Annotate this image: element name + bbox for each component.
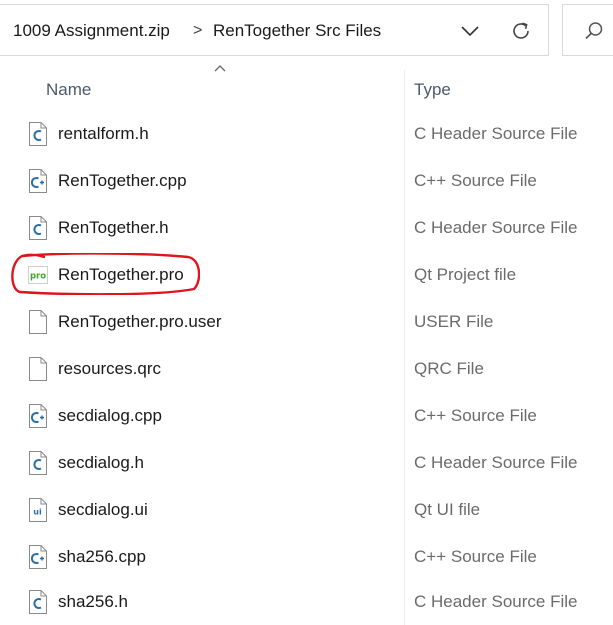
file-name: secdialog.cpp: [58, 406, 162, 425]
file-type: Qt Project file: [414, 265, 517, 284]
qt-ui-file-icon: ui: [29, 498, 47, 522]
file-row[interactable]: secdialog.h C Header Source File: [0, 439, 613, 486]
search-box[interactable]: [562, 4, 613, 56]
file-type: C Header Source File: [414, 592, 578, 611]
file-row[interactable]: resources.qrc QRC File: [0, 345, 613, 392]
file-row[interactable]: RenTogether.cpp C++ Source File: [0, 157, 613, 204]
file-type: C++ Source File: [414, 406, 537, 425]
file-name: sha256.cpp: [58, 547, 146, 566]
file-row[interactable]: RenTogether.pro.user USER File: [0, 298, 613, 345]
refresh-button[interactable]: [498, 5, 544, 57]
c-header-file-icon: [29, 122, 47, 146]
file-row[interactable]: secdialog.cpp C++ Source File: [0, 392, 613, 439]
search-icon: [585, 22, 603, 40]
c-header-file-icon: [29, 451, 47, 475]
file-name: RenTogether.pro.user: [58, 312, 222, 331]
file-name: rentalform.h: [58, 124, 149, 143]
address-bar[interactable]: 1009 Assignment.zip > RenTogether Src Fi…: [0, 4, 549, 56]
column-header-name[interactable]: Name: [46, 70, 91, 110]
file-row[interactable]: sha256.h C Header Source File: [0, 578, 613, 625]
chevron-down-icon: [461, 26, 479, 37]
address-history-button[interactable]: [447, 5, 493, 57]
file-name: resources.qrc: [58, 359, 161, 378]
file-type: Qt UI file: [414, 500, 481, 519]
column-header-type[interactable]: Type: [414, 70, 451, 110]
file-name: sha256.h: [58, 592, 128, 611]
file-type: C Header Source File: [414, 124, 578, 143]
file-name: secdialog.h: [58, 453, 145, 472]
file-type: C++ Source File: [414, 547, 537, 566]
red-annotation-circle: [11, 253, 200, 295]
cpp-source-file-icon: [29, 169, 47, 193]
file-name: secdialog.ui: [58, 500, 148, 519]
file-name: RenTogether.cpp: [58, 171, 187, 190]
generic-file-icon: [29, 357, 47, 381]
file-type: C Header Source File: [414, 218, 578, 237]
file-type: C Header Source File: [414, 453, 578, 472]
c-header-file-icon: [29, 216, 47, 240]
qt-ui-icon-label: ui: [33, 508, 42, 517]
file-row[interactable]: rentalform.h C Header Source File: [0, 110, 613, 157]
breadcrumb-separator: >: [193, 22, 203, 39]
generic-file-icon: [29, 310, 47, 334]
file-type: C++ Source File: [414, 171, 537, 190]
file-row[interactable]: ui secdialog.ui Qt UI file: [0, 486, 613, 533]
file-row[interactable]: RenTogether.h C Header Source File: [0, 204, 613, 251]
refresh-icon: [513, 22, 529, 39]
cpp-source-file-icon: [29, 404, 47, 428]
cpp-source-file-icon: [29, 545, 47, 569]
file-type: USER File: [414, 312, 494, 331]
sort-ascending-icon: [214, 65, 226, 72]
c-header-file-icon: [29, 590, 47, 614]
file-explorer: 1009 Assignment.zip > RenTogether Src Fi…: [0, 0, 613, 625]
file-type: QRC File: [414, 359, 484, 378]
file-name: RenTogether.h: [58, 218, 169, 237]
file-row[interactable]: sha256.cpp C++ Source File: [0, 533, 613, 580]
breadcrumb-zip[interactable]: 1009 Assignment.zip: [13, 5, 170, 57]
breadcrumb-folder[interactable]: RenTogether Src Files: [213, 5, 381, 57]
